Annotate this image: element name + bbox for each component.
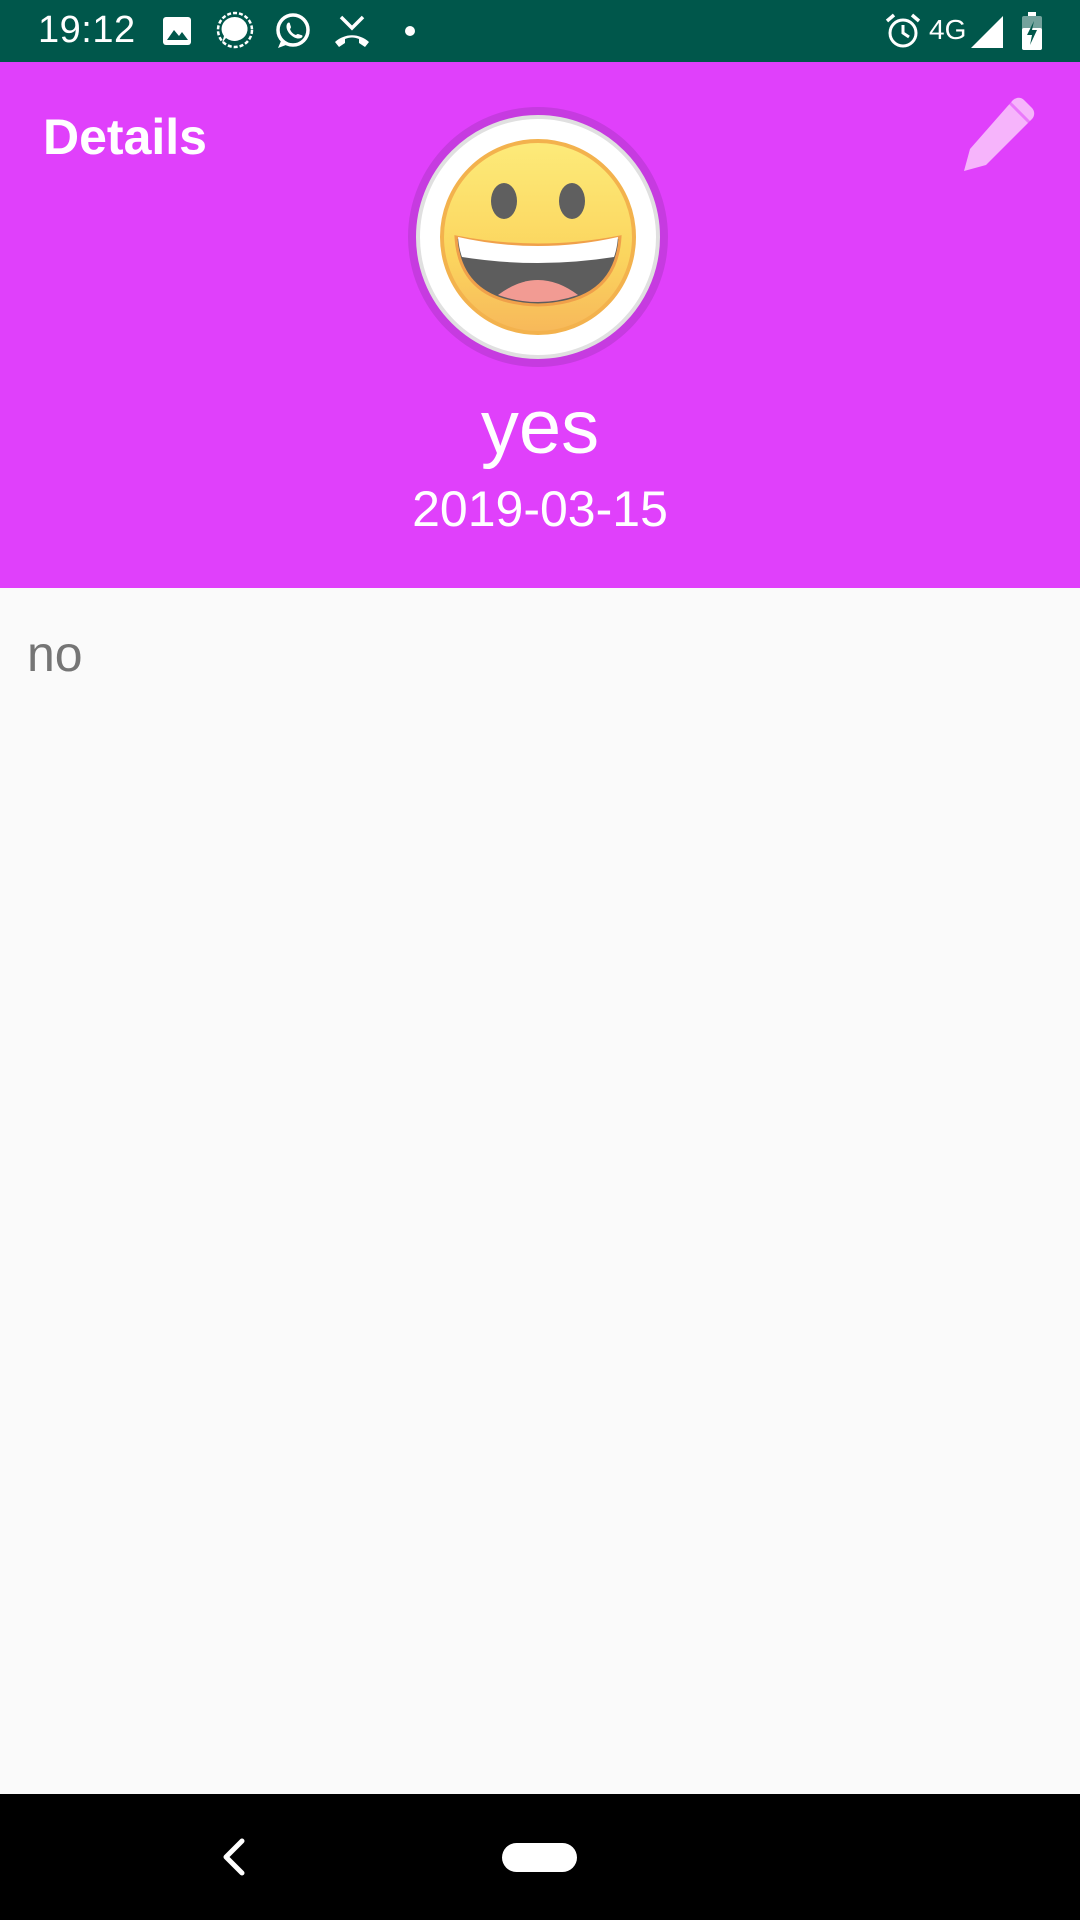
navigation-bar <box>0 1794 1080 1920</box>
back-chevron-icon[interactable] <box>214 1834 254 1880</box>
page-title: Details <box>43 109 207 165</box>
entry-date: 2019-03-15 <box>412 481 668 537</box>
status-bar: 19:12 4G <box>0 0 1080 62</box>
image-icon <box>163 17 191 45</box>
entry-name: yes <box>480 385 600 470</box>
details-header: Details yes 2019-03-15 <box>0 62 1080 588</box>
status-time: 19:12 <box>38 9 136 51</box>
whatsapp-icon <box>276 13 310 48</box>
details-screen: 19:12 4G Details yes 2019-03-15 no <box>0 0 1080 1920</box>
edit-button[interactable] <box>955 92 1045 182</box>
home-pill-button[interactable] <box>502 1843 577 1872</box>
battery-charging-icon <box>1022 12 1042 50</box>
alarm-icon <box>885 13 921 48</box>
grinning-face-emoji-icon <box>440 139 636 335</box>
signal-messenger-icon <box>216 11 254 49</box>
cell-signal-icon <box>971 16 1003 48</box>
missed-call-icon <box>335 15 369 47</box>
notification-dot-icon <box>405 26 415 36</box>
entry-note-text: no <box>27 626 83 682</box>
pencil-icon <box>964 97 1035 171</box>
network-type-label: 4G <box>929 14 967 45</box>
avatar <box>408 107 668 367</box>
